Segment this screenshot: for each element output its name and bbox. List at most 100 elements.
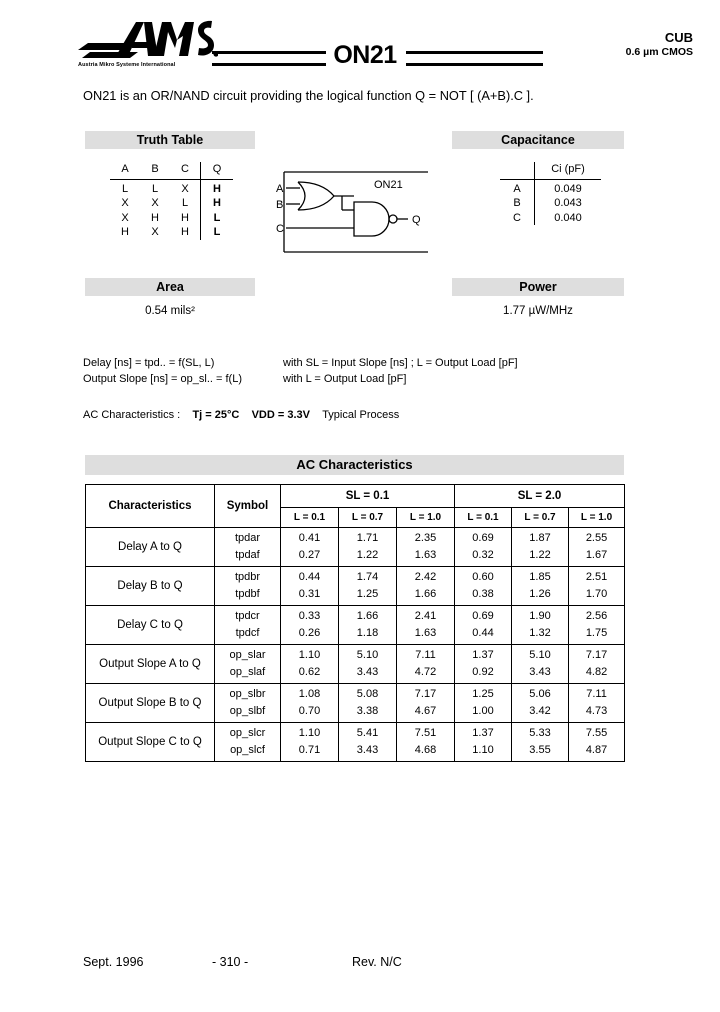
- truth-table: A B C Q L L X H X X L H X H H L H X H L: [110, 162, 233, 240]
- ac-symbol-fall: tpdcf: [235, 627, 260, 639]
- truth-col-b: B: [140, 162, 170, 180]
- ac-symbol-fall: op_slcf: [230, 744, 265, 756]
- capacitance-value: 0.043: [534, 196, 601, 211]
- capacitance-value-header: Ci (pF): [534, 162, 601, 180]
- ac-symbol-fall: op_slbf: [229, 705, 266, 717]
- ac-cell: 2.55 1.67: [568, 527, 626, 567]
- ams-logo-mark: [78, 20, 218, 58]
- ac-cell: 1.08 0.70: [280, 683, 339, 723]
- ac-cell: 2.41 1.63: [395, 605, 456, 645]
- datasheet-page: Austria Mikro Systeme International ON21…: [0, 0, 720, 1012]
- area-header: Area: [85, 278, 255, 296]
- formula-notes: Delay [ns] = tpd.. = f(SL, L) with SL = I…: [83, 355, 518, 387]
- ac-cell: 1.74 1.25: [338, 566, 397, 606]
- ac-value-rise: 7.17: [585, 649, 608, 661]
- capacitance-value: 0.040: [534, 210, 601, 225]
- ac-symbol-rise: tpdcr: [235, 610, 260, 622]
- ac-value-fall: 3.43: [356, 666, 379, 678]
- ac-load-sl01-1: L = 0.1: [280, 507, 339, 528]
- table-row: Output Slope C to Q op_slcr op_slcf 1.10…: [85, 722, 626, 762]
- ac-symbol-rise: op_slbr: [229, 688, 266, 700]
- table-row: Delay C to Q tpdcr tpdcf 0.33 0.26 1.66 …: [85, 605, 626, 645]
- ac-row-symbols: tpdcr tpdcf: [214, 605, 281, 645]
- ac-value-rise: 5.08: [356, 688, 379, 700]
- ac-value-fall: 4.87: [585, 744, 608, 756]
- truth-cell: L: [151, 182, 159, 195]
- truth-cell: H: [181, 226, 189, 239]
- capacitance-pin: B: [513, 197, 521, 210]
- ac-value-rise: 0.41: [298, 532, 321, 544]
- ac-value-fall: 4.73: [585, 705, 608, 717]
- area-value: 0.54 mils²: [145, 305, 195, 317]
- ac-cell: 5.06 3.42: [511, 683, 570, 723]
- description-text: ON21 is an OR/NAND circuit providing the…: [83, 88, 534, 103]
- ac-cell: 5.33 3.55: [511, 722, 570, 762]
- ac-value-fall: 4.82: [585, 666, 608, 678]
- ac-value-fall: 3.38: [356, 705, 379, 717]
- ac-value-fall: 4.68: [414, 744, 437, 756]
- ac-row-name: Output Slope A to Q: [85, 644, 215, 684]
- ac-header-row-top: Characteristics Symbol SL = 0.1 SL = 2.0: [85, 484, 626, 528]
- table-row: L L X H: [110, 179, 233, 196]
- truth-cell: X: [121, 211, 129, 224]
- ac-value-rise: 7.11: [586, 688, 607, 700]
- ac-value-rise: 1.25: [472, 688, 494, 700]
- ac-cell: 0.69 0.44: [454, 605, 513, 645]
- ac-table-body: Delay A to Q tpdar tpdaf 0.41 0.27 1.71 …: [85, 527, 626, 762]
- ac-symbol-fall: tpdbf: [235, 588, 260, 600]
- ac-value-fall: 4.67: [414, 705, 437, 717]
- ac-cell: 0.44 0.31: [280, 566, 339, 606]
- product-family: CUB: [664, 30, 693, 45]
- delay-formula-row: Delay [ns] = tpd.. = f(SL, L) with SL = I…: [83, 355, 518, 371]
- ac-group-sl-01: SL = 0.1: [279, 484, 456, 508]
- ams-logo: [78, 18, 218, 66]
- ac-row-name: Output Slope B to Q: [85, 683, 215, 723]
- ac-row-name: Delay B to Q: [85, 566, 215, 606]
- ac-value-rise: 0.44: [298, 571, 321, 583]
- table-row: Delay B to Q tpdbr tpdbf 0.44 0.31 1.74 …: [85, 566, 626, 606]
- slope-formula-conditions: with L = Output Load [pF]: [283, 373, 407, 385]
- ac-load-sl20-1: L = 0.1: [454, 507, 513, 528]
- table-row: B 0.043: [500, 196, 601, 211]
- ac-value-fall: 0.26: [298, 627, 321, 639]
- ac-symbol-rise: tpdbr: [234, 571, 261, 583]
- truth-cell: L: [181, 197, 189, 210]
- ac-cell: 7.55 4.87: [568, 722, 626, 762]
- ac-value-fall: 4.72: [414, 666, 437, 678]
- ac-group-sl-20: SL = 2.0: [454, 484, 626, 508]
- ac-value-rise: 2.51: [585, 571, 608, 583]
- capacitance-value: 0.049: [534, 179, 601, 196]
- truth-col-q: Q: [200, 162, 233, 180]
- ac-cell: 7.11 4.72: [395, 644, 456, 684]
- ac-cell: 2.51 1.70: [568, 566, 626, 606]
- truth-col-c: C: [170, 162, 201, 180]
- truth-cell-q: L: [200, 210, 233, 225]
- ams-logo-tagline: Austria Mikro Systeme International: [78, 62, 176, 68]
- ac-value-fall: 1.26: [529, 588, 551, 600]
- power-header: Power: [452, 278, 624, 296]
- ac-value-rise: 7.17: [414, 688, 437, 700]
- ac-value-rise: 2.55: [585, 532, 608, 544]
- ac-value-fall: 0.71: [298, 744, 321, 756]
- ac-col-symbol: Symbol: [214, 484, 281, 528]
- ac-value-rise: 5.10: [529, 649, 551, 661]
- ac-conditions: AC Characteristics : Tj = 25°C VDD = 3.3…: [83, 409, 399, 421]
- ac-cell: 7.17 4.82: [568, 644, 626, 684]
- ac-value-fall: 0.27: [298, 549, 321, 561]
- ac-value-fall: 1.75: [585, 627, 608, 639]
- table-row: H X H L: [110, 225, 233, 240]
- ac-symbol-rise: op_slcr: [229, 727, 266, 739]
- ac-value-fall: 0.32: [472, 549, 494, 561]
- capacitance-pin: A: [513, 182, 521, 195]
- ac-value-rise: 1.37: [472, 727, 494, 739]
- capacitance-header: Capacitance: [452, 131, 624, 149]
- ac-row-symbols: op_slar op_slaf: [214, 644, 281, 684]
- ac-row-name: Output Slope C to Q: [85, 722, 215, 762]
- ac-value-fall: 1.22: [356, 549, 379, 561]
- ac-cell: 7.17 4.67: [395, 683, 456, 723]
- ac-load-sl01-2: L = 0.7: [338, 507, 397, 528]
- capacitance-pin-header: [500, 162, 535, 180]
- ac-value-rise: 2.42: [414, 571, 437, 583]
- technology-block: CUB 0.6 µm CMOS: [626, 30, 693, 59]
- ac-value-fall: 1.63: [414, 627, 437, 639]
